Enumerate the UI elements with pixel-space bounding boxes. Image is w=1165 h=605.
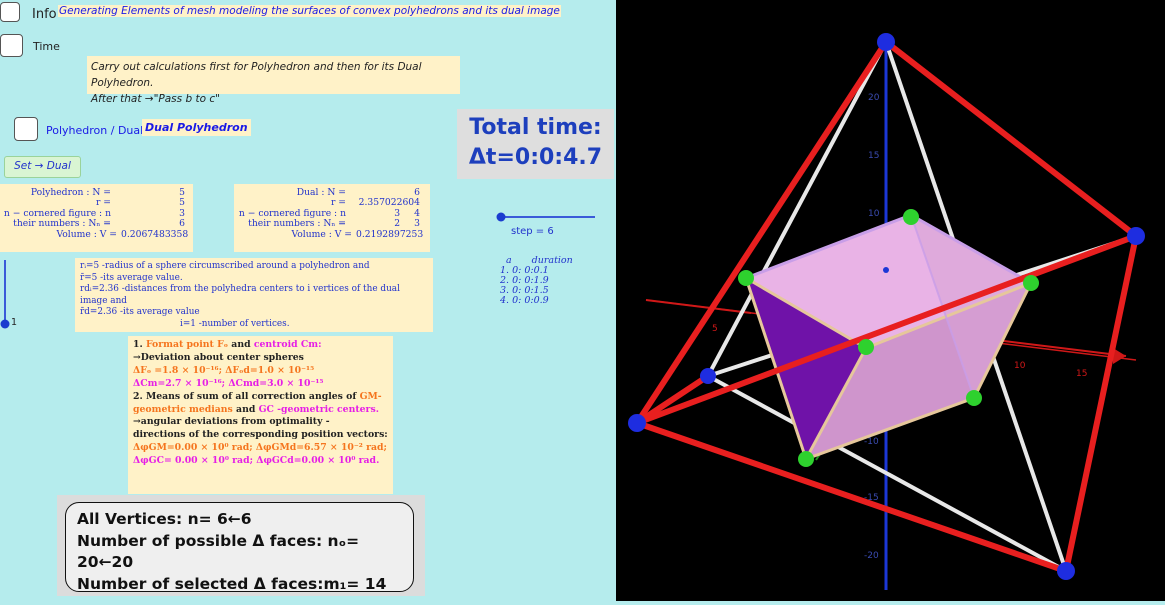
polyhedron-3d-render[interactable]: 20 15 10 5 -10 -15 -20 5 10 15 5 10 15 [616,0,1165,601]
x-axis-arrow [995,339,1127,357]
vertices-summary: All Vertices: n= 6←6 Number of possible … [65,502,414,593]
directions-line: directions of the corresponding position… [133,429,388,441]
dual-numbers-label: their numbers : Nₙ = [248,218,346,230]
centroid-label: centroid Cm: [253,339,322,350]
vertex-blue[interactable] [628,414,646,432]
edge-red [1063,235,1139,572]
edge-red [636,420,1067,574]
step-label: step = 6 [511,226,554,237]
angular-line: →angular deviations from optimality - [133,416,330,428]
vertex-blue[interactable] [877,33,895,51]
deviation-cm: ΔCm=2.7 × 10⁻¹⁶; ΔCmd=3.0 × 10⁻¹⁵ [133,377,324,389]
deviation-stats: 1. Format point Fₒ and centroid Cm: →Dev… [128,336,393,494]
dual-volume-value: 0.2192897253 [356,228,424,240]
stats-title-2: 2. Means of sum of all correction angles… [133,390,357,402]
vertex-blue[interactable] [1127,227,1145,245]
header-title: Generating Elements of mesh modeling the… [58,5,561,17]
definition-line: r̄d=2.36 -its average value [80,307,200,318]
info-checkbox[interactable] [0,2,20,22]
edge-red [884,39,1138,239]
info-label: Info [32,7,57,22]
dual-numbers-value-1: 2 [394,218,401,230]
step-slider[interactable] [495,210,597,224]
vertex-blue[interactable] [700,368,716,384]
time-checkbox[interactable] [0,34,23,57]
gc-desc: GC -geometric centers. [258,403,379,415]
deviation-title: →Deviation about center spheres [133,351,304,363]
angle-gc: ΔφGC= 0.00 × 10⁰ rad; ΔφGCd=0.00 × 10⁰ r… [133,455,380,467]
dual-volume-label: Volume : V = [291,228,352,240]
poly-ncorner-value: 3 [179,207,185,219]
dual-panel: Dual : N = 6 r = 2.357022604 n − cornered … [234,184,430,252]
axis-label: 15 [1076,369,1087,379]
vertex-green[interactable] [858,339,874,355]
duration-row: 4. 0: 0:0.9 [500,295,549,306]
and-label: and [236,403,256,415]
definition-line: rᵢ=5 -radius of a sphere circumscribed a… [80,261,370,271]
control-panel: Info Generating Elements of mesh modelin… [0,0,616,601]
axis-label: 10 [868,209,880,219]
definitions-note: rᵢ=5 -radius of a sphere circumscribed a… [75,258,433,332]
dual-r-value: 2.357022604 [358,197,420,209]
vertex-green[interactable] [798,451,814,467]
poly-r-value: 5 [179,197,185,209]
vertex-slider-handle[interactable] [0,319,10,329]
instruction-line-1: Carry out calculations first for Polyhed… [91,61,422,89]
y-axis-arrow [645,299,752,314]
selected-faces-line: Number of selected Δ faces:m₁= 14 [77,574,387,593]
step-slider-handle[interactable] [496,212,506,222]
total-time-value: Δt=0:0:4.7 [468,145,603,170]
format-point-label: Format point [145,339,214,350]
deviation-fo: ΔFₒ =1.8 × 10⁻¹⁶; ΔFₒd=1.0 × 10⁻¹⁵ [133,364,315,376]
axis-label: -20 [864,551,879,561]
3d-view[interactable]: 20 15 10 5 -10 -15 -20 5 10 15 5 10 15 [616,0,1165,601]
dual-numbers-value-2: 3 [414,218,420,230]
total-time-display: Total time: Δt=0:0:4.7 [457,109,614,179]
possible-faces-line: Number of possible Δ faces: nₒ= 20←20 [77,531,360,572]
vertex-green[interactable] [903,209,919,225]
instruction-note: Carry out calculations first for Polyhed… [87,56,460,105]
instruction-line-2: After that →"Pass b to c" [91,93,220,105]
angle-gm: ΔφGM=0.00 × 10⁰ rad; ΔφGMd=6.57 × 10⁻² r… [133,442,387,454]
fo-label: Fₒ [217,339,229,350]
polyhedron-panel: Polyhedron : N = 5 r = 5 n − cornered figu… [0,184,193,252]
vertex-green[interactable] [966,390,982,406]
duration-table: a duration 1. 0: 0:0.1 2. 0: 0:1.9 3. 0: … [500,256,573,306]
definition-line: i=1 -number of vertices. [180,318,290,329]
vertex-blue[interactable] [1057,562,1075,580]
definition-line: r̄=5 -its average value. [80,272,183,283]
poly-numbers-label: their numbers : Nₙ = [13,218,111,230]
vertex-green[interactable] [1023,275,1039,291]
and-label: and [231,339,251,350]
axis-label: 20 [868,93,880,103]
gm-desc: geometric medians [133,403,233,415]
vertex-slider-value: 1 [11,317,18,328]
total-time-label: Total time: [469,115,602,140]
vertex-green[interactable] [738,270,754,286]
poly-numbers-value: 6 [179,218,185,230]
definition-line: rdᵢ=2.36 -distances from the polyhedra c… [80,284,400,306]
time-label: Time [33,40,60,53]
poly-volume-value: 0.2067483358 [121,228,189,240]
axis-label: 10 [1014,361,1026,371]
axis-point [883,267,889,273]
stats-prefix: 1. [133,339,143,350]
axis-label: 5 [712,324,718,334]
poly-n-value: 5 [179,187,185,198]
gm-label: GM- [359,390,382,402]
all-vertices-line: All Vertices: n= 6←6 [77,510,252,528]
poly-volume-label: Volume : V = [56,228,117,240]
polyhedron-dual-checkbox[interactable] [14,117,38,141]
polyhedron-dual-label: Polyhedron / Dual [46,124,144,137]
axis-label: 15 [868,151,879,161]
dual-polyhedron-tag: Dual Polyhedron [142,119,251,136]
set-dual-button[interactable]: Set → Dual [4,156,81,178]
